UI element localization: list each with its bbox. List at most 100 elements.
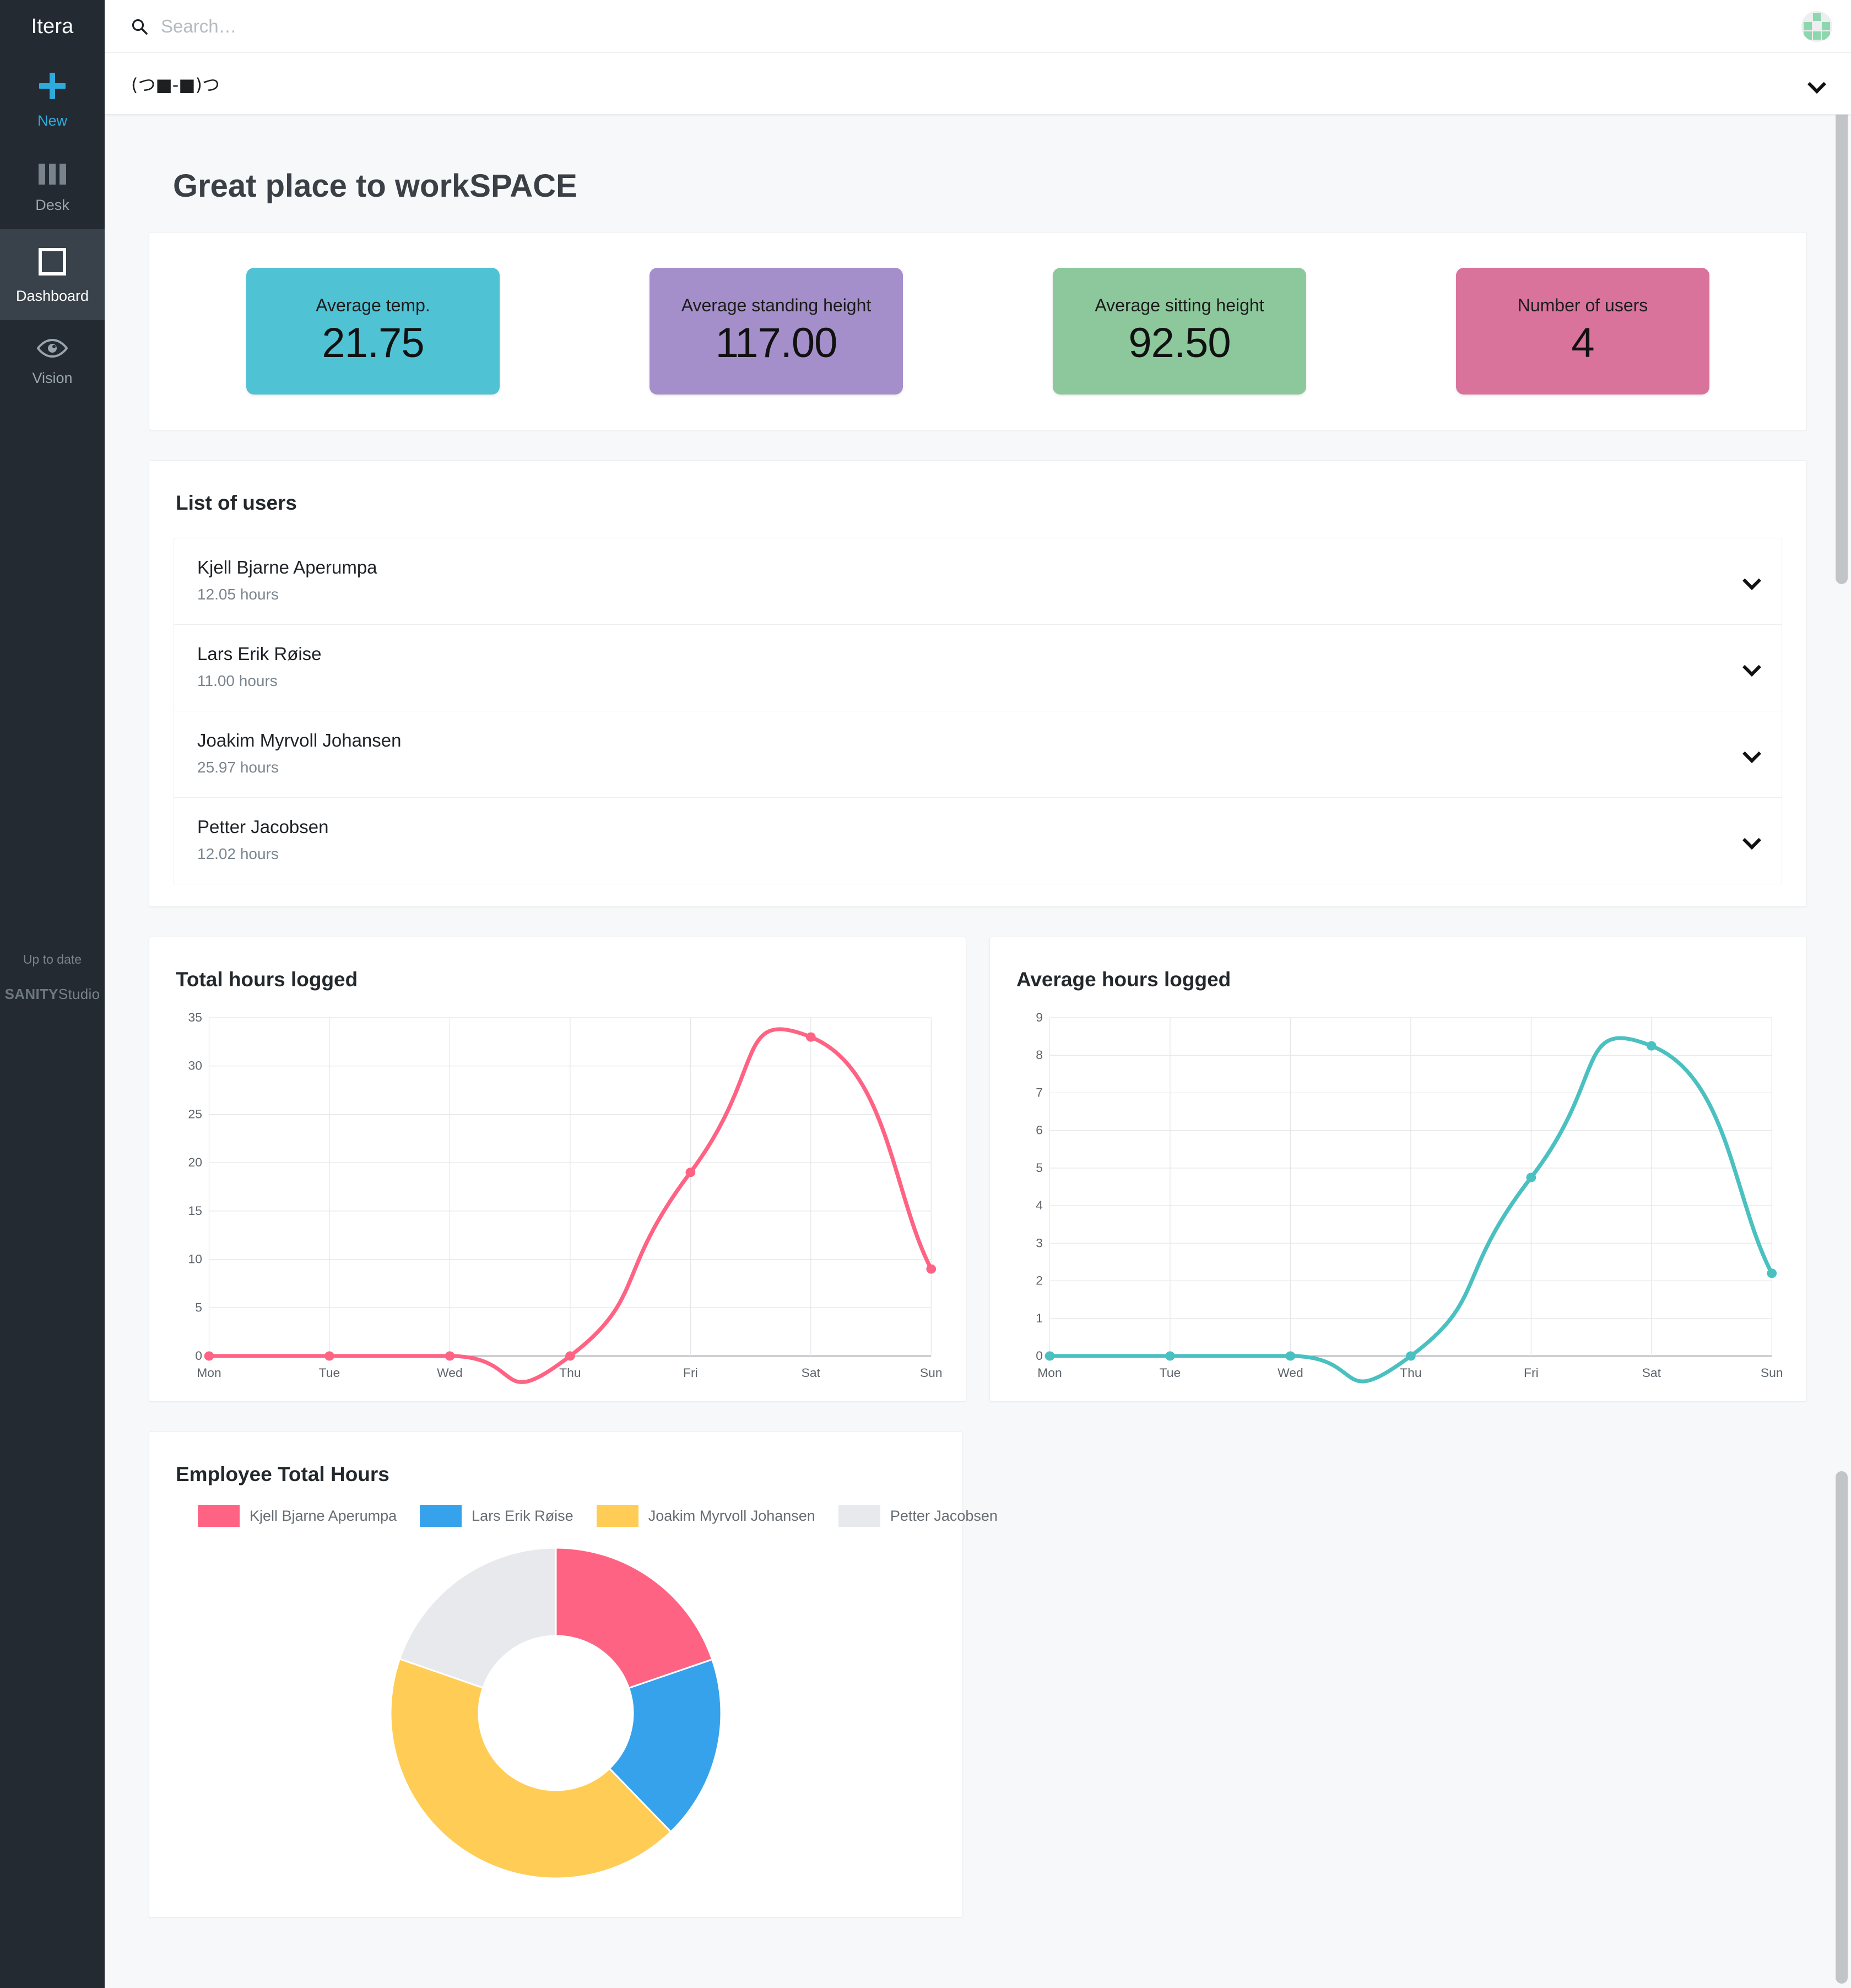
metric-label: Average temp. <box>316 295 430 315</box>
document-title: (つ■-■)つ <box>131 74 220 95</box>
search-input[interactable] <box>161 15 1801 37</box>
sidebar-item-vision[interactable]: Vision <box>0 320 105 402</box>
metric-value: 4 <box>1571 320 1594 366</box>
chevron-down-icon[interactable] <box>1744 833 1758 847</box>
eye-icon <box>36 339 68 358</box>
legend-swatch <box>596 1505 638 1527</box>
svg-text:Mon: Mon <box>197 1366 221 1380</box>
chart-title: Average hours logged <box>1016 968 1231 991</box>
user-hours: 12.05 hours <box>197 586 279 603</box>
user-hours: 25.97 hours <box>197 759 279 776</box>
avatar[interactable] <box>1801 10 1832 42</box>
dashboard-page: Great place to workSPACE Average temp. 2… <box>105 115 1851 1951</box>
list-item[interactable]: Lars Erik Røise 11.00 hours <box>174 625 1782 711</box>
metric-label: Average sitting height <box>1095 295 1264 315</box>
chart-title: Employee Total Hours <box>176 1463 389 1485</box>
document-collapse-button[interactable] <box>1800 68 1832 100</box>
users-list: Kjell Bjarne Aperumpa 12.05 hours Lars E… <box>174 538 1782 884</box>
svg-text:Wed: Wed <box>437 1366 463 1380</box>
average-hours-chart-card: Average hours logged 0 1 2 3 4 5 6 7 8 9 Mon Tue Wed… <box>989 937 1807 1402</box>
metric-label: Number of users <box>1517 295 1648 315</box>
svg-text:Wed: Wed <box>1278 1366 1303 1380</box>
search-bar[interactable] <box>131 15 1801 37</box>
svg-text:4: 4 <box>1036 1199 1043 1213</box>
update-status: Up to date <box>23 952 82 966</box>
app-root: Itera New Desk Dashboard Vision Up to da… <box>0 0 1851 1988</box>
donut-legend: Kjell Bjarne Aperumpa Lars Erik Røise Jo… <box>198 1505 998 1527</box>
users-section-title: List of users <box>176 491 297 514</box>
svg-text:Sun: Sun <box>1761 1366 1782 1380</box>
svg-text:9: 9 <box>1036 1011 1043 1024</box>
legend-swatch <box>838 1505 880 1527</box>
sidebar-item-desk[interactable]: Desk <box>0 145 105 229</box>
svg-text:20: 20 <box>188 1156 202 1170</box>
sidebar-item-label-new: New <box>37 112 67 129</box>
donut-chart <box>174 1537 938 1884</box>
legend-swatch <box>420 1505 462 1527</box>
svg-text:5: 5 <box>1036 1161 1043 1175</box>
scrollbar-thumb-top[interactable] <box>1836 55 1848 584</box>
document-title-bar: (つ■-■)つ <box>105 53 1851 115</box>
legend-item[interactable]: Lars Erik Røise <box>420 1505 573 1527</box>
sidebar-item-label-dashboard: Dashboard <box>15 288 89 304</box>
metric-value: 21.75 <box>322 320 424 366</box>
sidebar-footer: Up to date SANITYStudio <box>0 952 105 1003</box>
chevron-down-icon[interactable] <box>1744 573 1758 587</box>
top-bar <box>105 0 1851 53</box>
svg-text:5: 5 <box>195 1301 202 1315</box>
columns-icon <box>39 164 66 185</box>
user-name: Kjell Bjarne Aperumpa <box>197 557 377 577</box>
sidebar: Itera New Desk Dashboard Vision Up to da… <box>0 0 105 1988</box>
sidebar-item-label-vision: Vision <box>32 370 73 386</box>
svg-text:1: 1 <box>1036 1311 1043 1325</box>
plus-icon <box>38 72 67 100</box>
chevron-down-icon[interactable] <box>1744 660 1758 674</box>
user-name: Joakim Myrvoll Johansen <box>197 730 402 750</box>
list-item[interactable]: Kjell Bjarne Aperumpa 12.05 hours <box>174 538 1782 625</box>
main-region: (つ■-■)つ Great place to workSPACE Average… <box>105 0 1851 1988</box>
legend-label: Joakim Myrvoll Johansen <box>648 1507 815 1524</box>
svg-text:25: 25 <box>188 1108 202 1121</box>
svg-text:6: 6 <box>1036 1123 1043 1137</box>
svg-text:Thu: Thu <box>559 1366 581 1380</box>
chevron-down-icon[interactable] <box>1744 746 1758 760</box>
legend-label: Kjell Bjarne Aperumpa <box>250 1507 397 1524</box>
dashboard-content: Great place to workSPACE Average temp. 2… <box>105 115 1851 1988</box>
brand-logo: Itera <box>31 14 74 38</box>
metric-average-temp: Average temp. 21.75 <box>246 268 500 395</box>
svg-text:Fri: Fri <box>1524 1366 1539 1380</box>
svg-text:Sat: Sat <box>802 1366 821 1380</box>
user-hours: 11.00 hours <box>197 672 278 689</box>
legend-swatch <box>198 1505 240 1527</box>
svg-text:8: 8 <box>1036 1049 1043 1062</box>
list-item[interactable]: Joakim Myrvoll Johansen 25.97 hours <box>174 711 1782 798</box>
svg-text:Fri: Fri <box>683 1366 698 1380</box>
svg-text:Sun: Sun <box>920 1366 941 1380</box>
legend-item[interactable]: Petter Jacobsen <box>838 1505 998 1527</box>
metrics-card: Average temp. 21.75 Average standing hei… <box>149 232 1807 430</box>
legend-item[interactable]: Kjell Bjarne Aperumpa <box>198 1505 397 1527</box>
metric-value: 92.50 <box>1128 320 1231 366</box>
studio-brand-light: Studio <box>58 986 100 1002</box>
search-icon <box>131 18 148 35</box>
page-title: Great place to workSPACE <box>173 168 577 204</box>
metric-label: Average standing height <box>681 295 872 315</box>
list-item[interactable]: Petter Jacobsen 12.02 hours <box>174 798 1782 884</box>
svg-text:10: 10 <box>188 1252 202 1266</box>
line-charts-row: Total hours logged 0 5 10 15 20 25 30 35 Mon Tue W… <box>149 937 1807 1402</box>
legend-label: Lars Erik Røise <box>472 1507 573 1524</box>
svg-text:Thu: Thu <box>1400 1366 1421 1380</box>
sidebar-item-new[interactable]: New <box>0 53 105 145</box>
sidebar-item-dashboard[interactable]: Dashboard <box>0 229 105 320</box>
metric-number-of-users: Number of users 4 <box>1456 268 1709 395</box>
sidebar-item-label-desk: Desk <box>35 197 69 213</box>
legend-item[interactable]: Joakim Myrvoll Johansen <box>596 1505 815 1527</box>
square-icon <box>39 248 66 275</box>
svg-text:Tue: Tue <box>319 1366 340 1380</box>
user-hours: 12.02 hours <box>197 845 279 862</box>
users-card: List of users Kjell Bjarne Aperumpa 12.0… <box>149 460 1807 907</box>
svg-text:Mon: Mon <box>1037 1366 1062 1380</box>
metric-average-sitting-height: Average sitting height 92.50 <box>1053 268 1306 395</box>
scrollbar-thumb-bottom[interactable] <box>1836 1471 1848 1984</box>
user-name: Petter Jacobsen <box>197 817 329 837</box>
